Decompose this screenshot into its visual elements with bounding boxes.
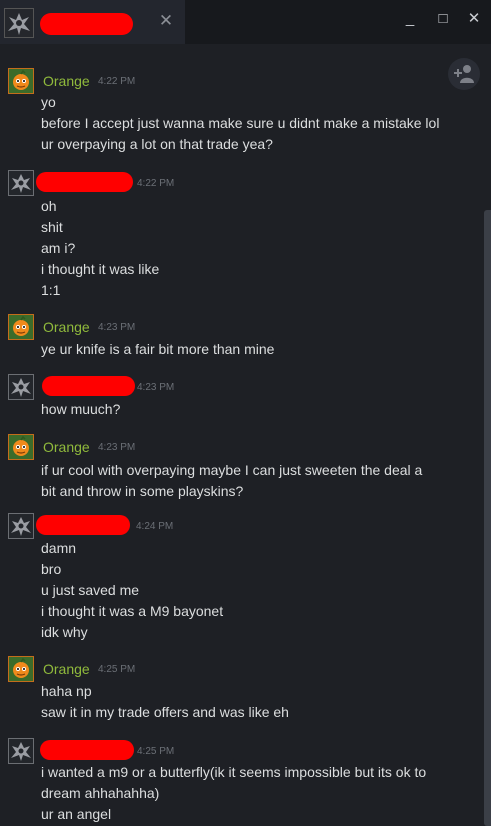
message-line: 1:1 [41,282,61,298]
chat-message: 4:25 PM i wanted a m9 or a butterfly(ik i… [0,738,480,825]
chat-message: Orange 4:23 PM if ur cool with overpaying … [0,434,480,502]
scrollbar[interactable] [484,210,491,826]
chat-message: 4:23 PM how muuch? [0,374,480,420]
close-button[interactable]: ✕ [462,8,486,30]
message-line: how muuch? [41,401,121,417]
sender-avatar[interactable] [8,170,34,196]
orange-avatar-icon [9,435,33,459]
redacted-sender-name [36,515,130,535]
message-line: i thought it was a M9 bayonet [41,603,224,619]
message-timestamp: 4:23 PM [98,442,136,453]
orange-avatar-icon [9,657,33,681]
sender-avatar[interactable] [8,314,34,340]
redacted-sender-name [42,376,135,396]
message-line: ye ur knife is a fair bit more than mine [41,341,275,357]
redacted-tab-name [40,13,133,35]
maximize-button[interactable]: □ [431,8,455,30]
orange-avatar-icon [9,315,33,339]
sender-avatar[interactable] [8,434,34,460]
chat-message: Orange 4:22 PM yo before I accept just wann… [0,68,480,155]
creature-avatar-icon [9,375,33,399]
title-bar: ✕ _ □ ✕ [0,0,491,44]
message-line: idk why [41,624,88,640]
message-line: damn [41,540,77,556]
chat-message: Orange 4:23 PM ye ur knife is a fair bit m… [0,314,480,360]
sender-avatar[interactable] [8,656,34,682]
message-line: shit [41,219,63,235]
message-line: haha np [41,683,92,699]
minimize-button[interactable]: _ [398,8,422,30]
tab-close-icon[interactable]: ✕ [157,12,175,30]
message-timestamp: 4:22 PM [98,76,136,87]
message-line: am i? [41,240,76,256]
message-line: ur an angel [41,806,112,822]
message-line: if ur cool with overpaying maybe I can j… [41,462,423,478]
tab-avatar [4,8,34,38]
message-line: u just saved me [41,582,140,598]
chat-message: Orange 4:25 PM haha np saw it in my trade o… [0,656,480,723]
message-line: yo [41,94,56,110]
message-line: bit and throw in some playskins? [41,483,244,499]
message-line: i wanted a m9 or a butterfly(ik it seems… [41,764,427,780]
message-line: ur overpaying a lot on that trade yea? [41,136,273,152]
message-line: saw it in my trade offers and was like e… [41,704,289,720]
orange-avatar-icon [9,69,33,93]
sender-name[interactable]: Orange [43,439,90,455]
message-line: dream ahhahahha) [41,785,160,801]
message-timestamp: 4:25 PM [98,664,136,675]
message-line: before I accept just wanna make sure u d… [41,115,440,131]
sender-avatar[interactable] [8,68,34,94]
message-timestamp: 4:24 PM [136,521,174,532]
chat-message: 4:24 PM damn bro u just saved me i thought i… [0,513,480,643]
sender-name[interactable]: Orange [43,319,90,335]
sender-avatar[interactable] [8,738,34,764]
redacted-sender-name [40,740,134,760]
chat-message: 4:22 PM oh shit am i? i thought it was like 1… [0,170,480,301]
chat-tab[interactable]: ✕ [0,0,185,44]
creature-avatar-icon [5,9,33,37]
message-timestamp: 4:23 PM [98,322,136,333]
sender-avatar[interactable] [8,374,34,400]
creature-avatar-icon [9,739,33,763]
message-line: bro [41,561,62,577]
creature-avatar-icon [9,514,33,538]
message-timestamp: 4:22 PM [137,178,175,189]
sender-name[interactable]: Orange [43,661,90,677]
sender-name[interactable]: Orange [43,73,90,89]
message-line: i thought it was like [41,261,160,277]
sender-avatar[interactable] [8,513,34,539]
creature-avatar-icon [9,171,33,195]
message-timestamp: 4:23 PM [137,382,175,393]
redacted-sender-name [36,172,133,192]
message-line: oh [41,198,57,214]
message-timestamp: 4:25 PM [137,746,175,757]
